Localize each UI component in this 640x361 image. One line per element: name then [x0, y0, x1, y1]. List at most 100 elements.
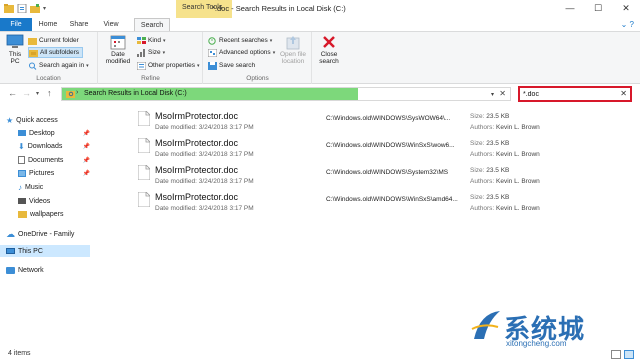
address-dropdown-icon[interactable]: ▾: [491, 91, 494, 98]
close-group: Close search: [313, 32, 345, 84]
location-group: This PC Current folder All subfolders Se…: [0, 32, 98, 84]
nav-item-wallpapers[interactable]: wallpapers: [18, 208, 90, 220]
kind-label: Kind: [148, 37, 162, 44]
navigation-pane: ★ Quick access Desktop 📌 ⬇ Downloads 📌 D…: [0, 103, 90, 348]
maximize-button[interactable]: ☐: [584, 0, 612, 16]
pin-icon[interactable]: 📌: [83, 143, 90, 150]
tab-view[interactable]: View: [96, 18, 126, 31]
clear-search-icon[interactable]: ✕: [620, 89, 627, 98]
advanced-options-label: Advanced options: [219, 49, 271, 56]
save-search-button[interactable]: Save search: [208, 60, 258, 71]
tab-share[interactable]: Share: [64, 18, 94, 31]
authors-label: Authors:: [470, 124, 495, 131]
nav-item-onedrive[interactable]: ☁ OneDrive - Family: [6, 228, 90, 240]
breadcrumb-separator-icon: ›: [76, 89, 79, 96]
size-label: Size:: [470, 167, 485, 174]
authors-value: Kevin L. Brown: [496, 124, 540, 131]
file-size: Size: 23.5 KB: [470, 113, 509, 120]
search-results-icon: [66, 91, 75, 98]
date-label: Date modified:: [155, 205, 197, 212]
other-properties-button[interactable]: Other properties ▾: [137, 60, 202, 71]
recent-searches-label: Recent searches: [219, 37, 268, 44]
nav-item-pictures[interactable]: Pictures 📌: [18, 167, 90, 179]
recent-locations-chevron-icon[interactable]: ▾: [36, 90, 39, 97]
nav-item-music[interactable]: ♪ Music: [18, 181, 90, 193]
pin-icon[interactable]: 📌: [83, 130, 90, 137]
tab-home[interactable]: Home: [33, 18, 63, 31]
nav-item-downloads[interactable]: ⬇ Downloads 📌: [18, 140, 90, 152]
content-view-icon[interactable]: [624, 350, 634, 359]
date-modified-button[interactable]: Date modified: [103, 34, 133, 65]
chevron-down-icon: ▾: [272, 49, 276, 56]
details-view-icon[interactable]: [611, 350, 621, 359]
list-item[interactable]: MsoIrmProtector.doc Date modified: 3/24/…: [90, 108, 640, 135]
tab-search[interactable]: Search: [134, 18, 170, 31]
pin-icon[interactable]: 📌: [83, 170, 90, 177]
size-button[interactable]: Size ▾: [137, 47, 168, 58]
authors-value: Kevin L. Brown: [496, 205, 540, 212]
new-folder-icon[interactable]: [30, 4, 40, 13]
date-label: Date modified:: [155, 151, 197, 158]
all-subfolders-button[interactable]: All subfolders: [28, 47, 84, 58]
pin-icon[interactable]: 📌: [83, 157, 90, 164]
help-icon[interactable]: ⌄ ?: [621, 20, 634, 29]
close-search-button[interactable]: Close search: [315, 34, 343, 65]
file-authors: Authors: Kevin L. Brown: [470, 124, 540, 131]
nav-item-quick-access[interactable]: ★ Quick access: [6, 114, 90, 126]
nav-item-documents[interactable]: Documents 📌: [18, 154, 90, 166]
date-value: 3/24/2018 3:17 PM: [198, 151, 254, 158]
nav-item-label: Videos: [29, 197, 51, 205]
up-arrow-icon[interactable]: ↑: [47, 88, 52, 98]
file-size: Size: 23.5 KB: [470, 140, 509, 147]
forward-arrow-icon[interactable]: →: [22, 88, 31, 98]
tab-file[interactable]: File: [0, 18, 32, 31]
properties-icon[interactable]: [17, 4, 27, 13]
list-item[interactable]: MsoIrmProtector.doc Date modified: 3/24/…: [90, 135, 640, 162]
window-title: *.doc - Search Results in Local Disk (C:…: [212, 4, 346, 13]
nav-item-label: Documents: [28, 156, 64, 164]
desktop-icon: [18, 130, 26, 136]
this-pc-button[interactable]: This PC: [4, 34, 26, 65]
downloads-icon: ⬇: [18, 141, 25, 151]
current-folder-button[interactable]: Current folder: [28, 35, 82, 46]
file-name: MsoIrmProtector.doc: [155, 138, 239, 148]
nav-item-network[interactable]: Network: [6, 264, 90, 276]
stop-search-icon[interactable]: ✕: [499, 89, 506, 98]
nav-item-desktop[interactable]: Desktop 📌: [18, 127, 90, 139]
advanced-options-icon: [208, 48, 217, 57]
minimize-button[interactable]: —: [556, 0, 584, 16]
nav-item-label: This PC: [18, 247, 43, 255]
computer-icon: [6, 34, 24, 48]
nav-item-this-pc[interactable]: This PC: [0, 245, 90, 257]
advanced-options-button[interactable]: Advanced options ▾: [208, 47, 278, 58]
pictures-icon: [18, 169, 26, 177]
search-input[interactable]: [523, 89, 613, 100]
kind-button[interactable]: Kind ▾: [137, 35, 169, 46]
chevron-down-icon: ▾: [163, 37, 166, 44]
folder-icon: [4, 4, 14, 13]
file-date: Date modified: 3/24/2018 3:17 PM: [155, 178, 254, 185]
authors-value: Kevin L. Brown: [496, 151, 540, 158]
authors-label: Authors:: [470, 178, 495, 185]
back-arrow-icon[interactable]: ←: [8, 88, 17, 98]
document-icon: [138, 111, 150, 126]
qat-dropdown-icon[interactable]: ▾: [43, 5, 46, 12]
open-file-location-button[interactable]: Open file location: [278, 34, 308, 65]
computer-icon: [6, 248, 15, 254]
file-path: C:\Windows.old\WINDOWS\SysWOW64\...: [326, 115, 451, 122]
address-bar[interactable]: › Search Results in Local Disk (C:) ▾ ✕: [61, 87, 511, 101]
watermark-logo: [471, 311, 500, 339]
onedrive-icon: ☁: [6, 228, 15, 239]
search-again-in-button[interactable]: Search again in ▾: [28, 60, 92, 71]
recent-searches-button[interactable]: Recent searches ▾: [208, 35, 275, 46]
date-label: Date modified:: [155, 178, 197, 185]
search-box[interactable]: ✕: [518, 86, 632, 102]
close-window-button[interactable]: ✕: [612, 0, 640, 16]
authors-label: Authors:: [470, 205, 495, 212]
save-search-label: Save search: [219, 62, 256, 69]
location-group-label: Location: [36, 75, 61, 82]
open-file-location-icon: [286, 36, 300, 50]
nav-item-videos[interactable]: Videos: [18, 195, 90, 207]
list-item[interactable]: MsoIrmProtector.doc Date modified: 3/24/…: [90, 162, 640, 189]
list-item[interactable]: MsoIrmProtector.doc Date modified: 3/24/…: [90, 189, 640, 216]
